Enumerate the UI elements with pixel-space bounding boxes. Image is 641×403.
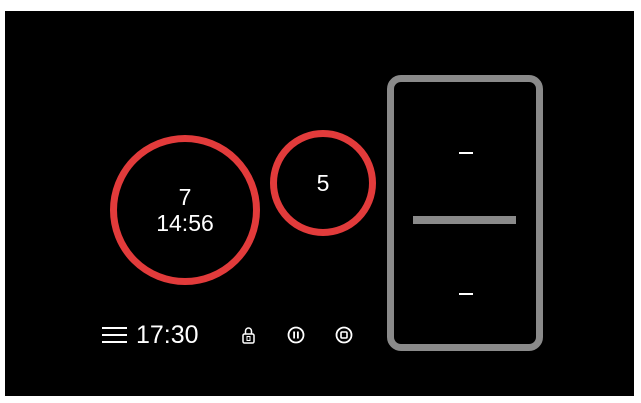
cooking-zone-2[interactable]: 5 (270, 130, 376, 236)
cooking-zone-1[interactable]: 7 14:56 (110, 135, 260, 285)
pause-icon[interactable] (287, 326, 305, 349)
menu-icon[interactable] (102, 327, 127, 343)
clock: 17:30 (136, 321, 199, 349)
lock-icon[interactable] (242, 326, 255, 349)
stop-icon[interactable] (335, 326, 353, 349)
zone-1-power-level: 7 (178, 184, 192, 210)
flex-zone-lower-level[interactable] (459, 293, 473, 295)
cooktop-panel: 7 14:56 5 17:30 (5, 11, 634, 396)
zone-1-timer: 14:56 (156, 210, 214, 236)
zone-2-power-level: 5 (316, 170, 330, 196)
flex-zone-upper-level[interactable] (459, 152, 473, 154)
flex-zone[interactable] (387, 75, 543, 351)
flex-zone-divider (413, 216, 516, 224)
